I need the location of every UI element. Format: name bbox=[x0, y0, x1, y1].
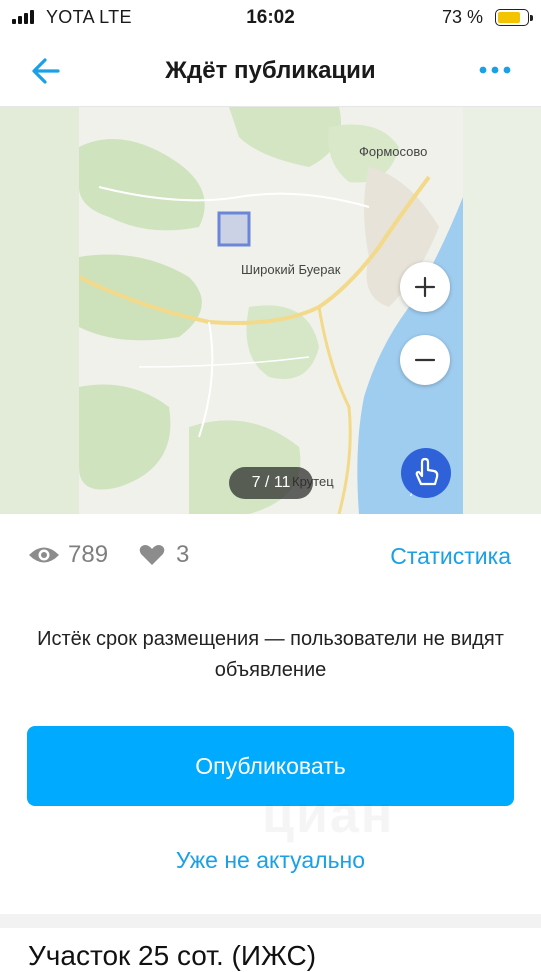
zoom-out-button[interactable] bbox=[400, 335, 450, 385]
listing-map-image[interactable]: Формосово Широкий Буерак Крутец Avito 7 … bbox=[0, 107, 541, 514]
cian-watermark: циан bbox=[262, 785, 394, 845]
page-title: Ждёт публикации bbox=[165, 57, 376, 84]
listing-title: Участок 25 сот. (ИЖС) bbox=[28, 940, 317, 971]
plus-icon bbox=[414, 276, 436, 298]
heart-icon bbox=[139, 545, 165, 565]
views-count: 789 bbox=[68, 541, 109, 568]
hand-pointer-icon bbox=[415, 457, 439, 486]
map-label-formosovo: Формосово bbox=[359, 144, 428, 159]
map-edge-right bbox=[463, 107, 541, 514]
likes-count: 3 bbox=[176, 541, 190, 568]
battery-percent: 73 % bbox=[441, 7, 483, 27]
map-label-shirokiy-buerak: Широкий Буерак bbox=[241, 262, 341, 277]
section-divider bbox=[0, 914, 541, 928]
eye-icon bbox=[29, 547, 59, 563]
map-pan-mode-button[interactable] bbox=[401, 448, 451, 498]
photo-pager: 7 / 11 bbox=[229, 467, 313, 499]
zoom-in-button[interactable] bbox=[400, 262, 450, 312]
battery-icon bbox=[495, 9, 533, 26]
more-options-button[interactable] bbox=[475, 56, 515, 84]
map-edge-left bbox=[0, 107, 79, 514]
stats-row: 789 3 Статистика bbox=[0, 514, 541, 598]
minus-icon bbox=[414, 358, 436, 362]
expired-notice: Истёк срок размещения — пользователи не … bbox=[37, 628, 504, 681]
status-bar: YOTA LTE 16:02 73 % bbox=[0, 0, 541, 36]
not-relevant-link[interactable]: Уже не актуально bbox=[0, 847, 541, 874]
nav-bar: Ждёт публикации bbox=[0, 36, 541, 107]
more-dots-icon bbox=[479, 66, 511, 74]
statistics-link[interactable]: Статистика bbox=[390, 543, 511, 570]
